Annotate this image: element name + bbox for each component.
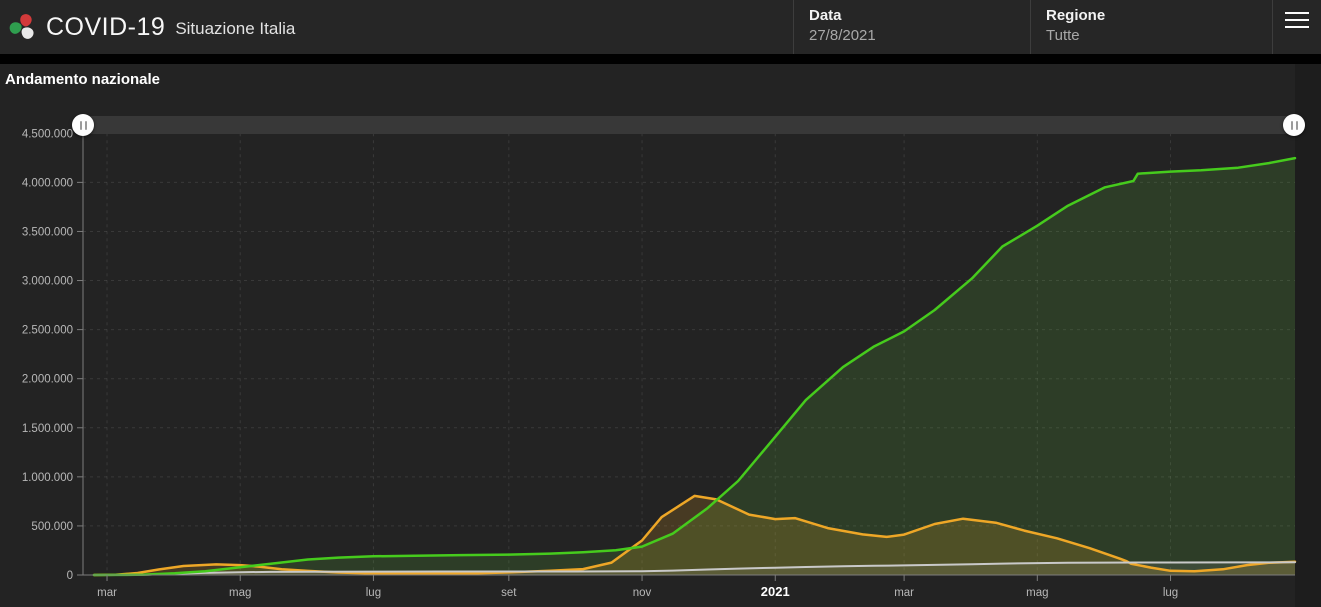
app-title: COVID-19 <box>46 12 166 41</box>
x-tick-label: lug <box>1163 587 1178 599</box>
app-root: COVID-19 Situazione Italia Data 27/8/202… <box>0 0 1321 607</box>
x-tick-label: mar <box>97 587 117 599</box>
slider-handle-left[interactable] <box>72 114 94 136</box>
time-range-slider-track[interactable] <box>83 116 1295 134</box>
y-tick-label: 4.500.000 <box>22 128 73 140</box>
date-filter-label: Data <box>809 7 842 24</box>
section-title: Andamento nazionale <box>5 71 161 88</box>
protezione-civile-logo-icon <box>9 14 34 39</box>
y-tick-label: 3.500.000 <box>22 226 73 238</box>
y-tick-label: 2.500.000 <box>22 325 73 337</box>
x-tick-label: mag <box>1026 587 1048 599</box>
date-filter[interactable]: Data 27/8/2021 <box>793 0 1030 54</box>
y-tick-label: 500.000 <box>31 521 73 533</box>
y-tick-label: 2.000.000 <box>22 374 73 386</box>
brand: COVID-19 Situazione Italia <box>8 0 295 54</box>
y-tick-label: 4.000.000 <box>22 177 73 189</box>
y-tick-label: 3.000.000 <box>22 276 73 288</box>
x-tick-label: 2021 <box>761 584 790 599</box>
header: COVID-19 Situazione Italia Data 27/8/202… <box>0 0 1321 54</box>
pause-bars-icon <box>1295 120 1298 130</box>
y-tick-label: 1.000.000 <box>22 472 73 484</box>
x-tick-label: nov <box>633 587 652 599</box>
y-tick-label: 0 <box>67 570 73 582</box>
pause-bars-icon <box>79 120 82 130</box>
menu-button[interactable] <box>1272 0 1321 54</box>
region-filter-label: Regione <box>1046 7 1106 24</box>
pause-bars-icon <box>84 120 87 130</box>
region-filter[interactable]: Regione Tutte <box>1030 0 1272 54</box>
x-tick-label: mar <box>894 587 914 599</box>
x-tick-label: mag <box>229 587 251 599</box>
slider-handle-right[interactable] <box>1283 114 1305 136</box>
x-tick-label: set <box>501 587 517 599</box>
app-subtitle: Situazione Italia <box>175 19 296 38</box>
y-tick-label: 1.500.000 <box>22 423 73 435</box>
header-divider <box>0 54 1321 64</box>
date-filter-value: 27/8/2021 <box>809 27 876 44</box>
pause-bars-icon <box>1290 120 1293 130</box>
region-filter-value: Tutte <box>1046 27 1080 44</box>
hamburger-icon <box>1285 12 1309 28</box>
x-tick-label: lug <box>366 587 381 599</box>
